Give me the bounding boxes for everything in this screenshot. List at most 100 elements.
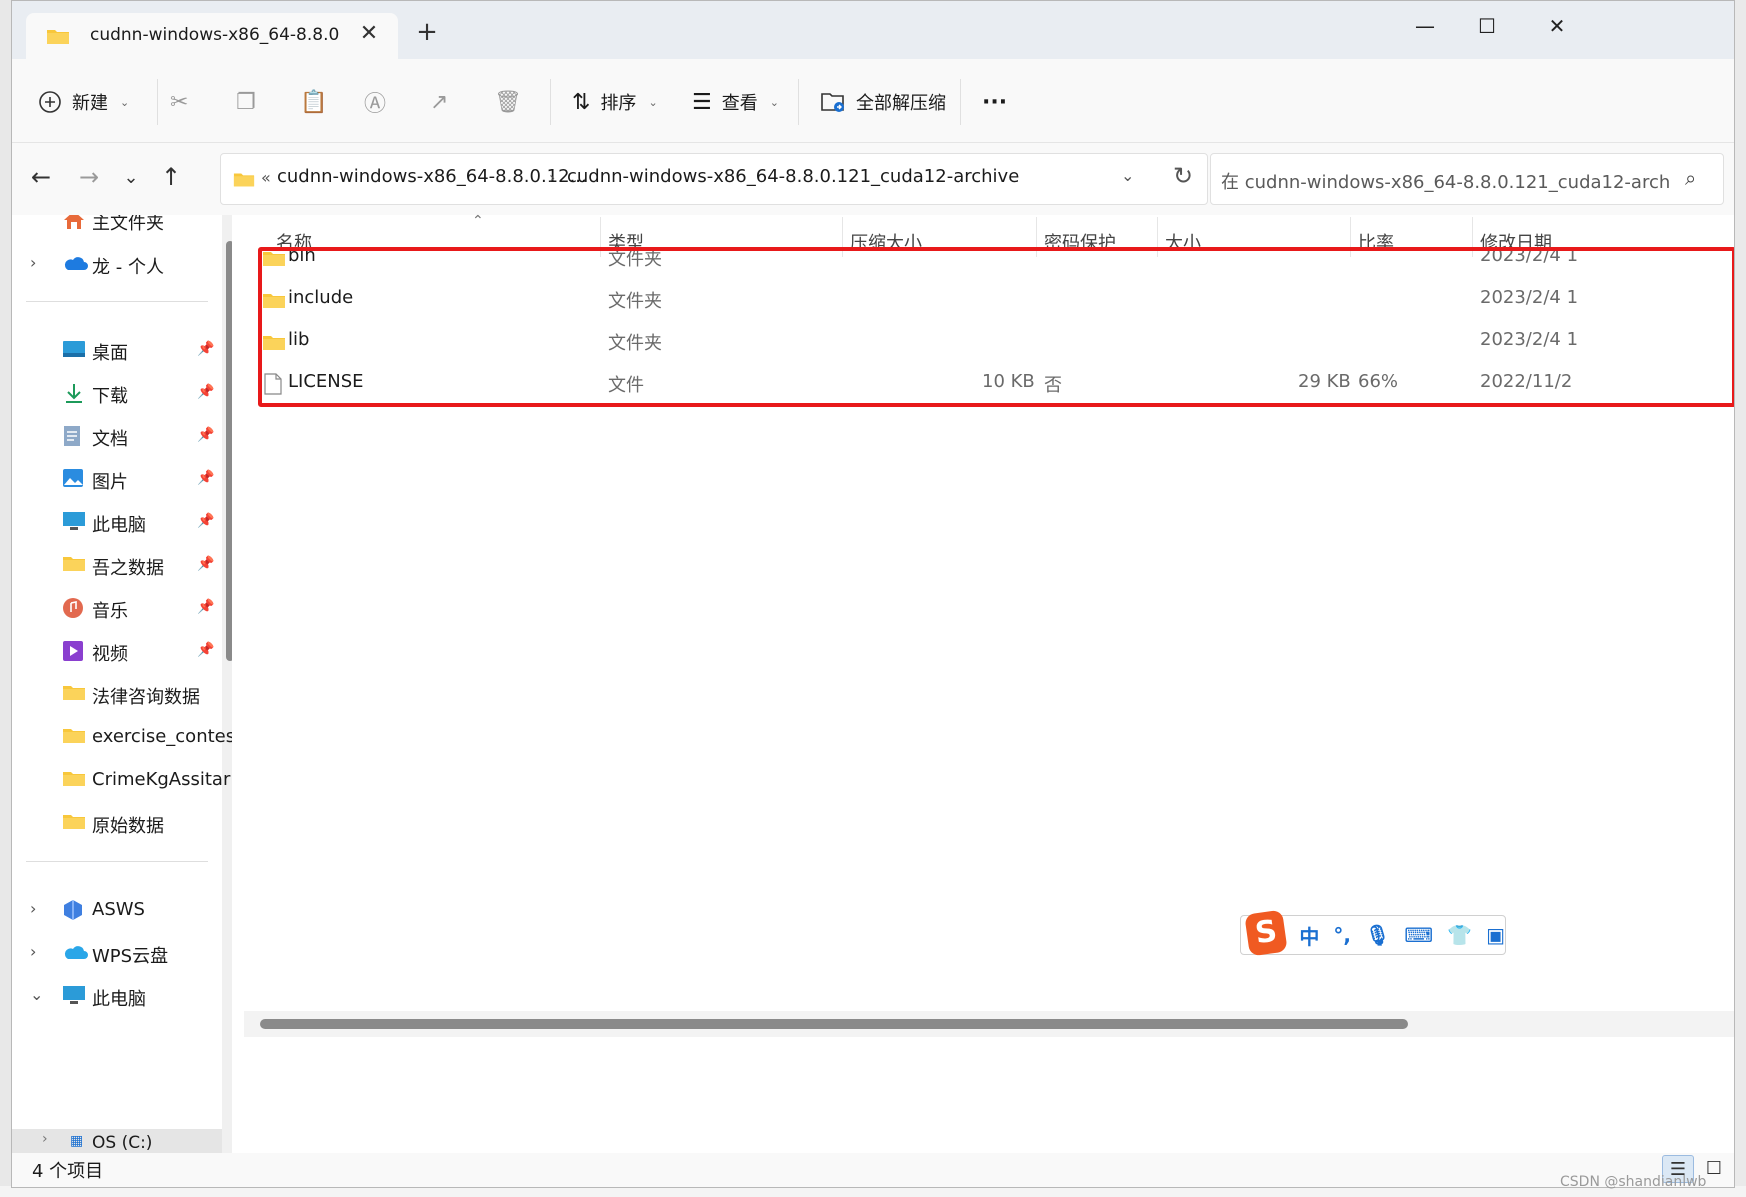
toolbar-divider — [798, 79, 799, 125]
sidebar-item-folder[interactable]: 法律咨询数据 — [12, 675, 222, 715]
download-icon — [62, 382, 86, 404]
share-icon[interactable]: ↗ — [430, 85, 448, 119]
sidebar-item-wps-cloud[interactable]: › WPS云盘 — [12, 934, 222, 974]
sidebar-item-label: 法律咨询数据 — [92, 687, 200, 708]
view-button[interactable]: ☰ 查看 ⌄ — [692, 85, 779, 119]
chevron-down-icon: ⌄ — [648, 95, 658, 109]
sidebar-item-music[interactable]: 音乐 📌 — [12, 589, 222, 629]
sidebar-item-label: exercise_contes — [92, 726, 232, 747]
extract-all-button[interactable]: 全部解压缩 — [820, 85, 946, 119]
sidebar-item-label: 此电脑 — [92, 989, 146, 1010]
delete-icon[interactable]: 🗑 — [494, 85, 522, 119]
asws-icon — [62, 899, 86, 921]
chevron-right-icon[interactable]: › — [30, 942, 36, 961]
pictures-icon — [62, 468, 86, 490]
up-button[interactable]: ↑ — [156, 163, 186, 191]
search-placeholder: 在 cudnn-windows-x86_64-8.8.0.121_cuda12-… — [1221, 172, 1671, 193]
plus-circle-icon — [39, 91, 61, 113]
rename-icon[interactable]: Ⓐ — [364, 85, 386, 119]
view-button-label: 查看 — [721, 93, 758, 114]
sidebar-item-downloads[interactable]: 下载 📌 — [12, 374, 222, 414]
tab-archive[interactable]: cudnn-windows-x86_64-8.8.0 ✕ — [26, 13, 398, 59]
horizontal-scrollbar-thumb[interactable] — [260, 1019, 1408, 1029]
breadcrumb-item[interactable]: cudnn-windows-x86_64-8.8.0.121_cuda12-ar… — [567, 166, 1019, 187]
sidebar-item-this-pc[interactable]: 此电脑 📌 — [12, 503, 222, 543]
copy-icon[interactable]: ❐ — [236, 85, 256, 119]
extract-folder-icon — [821, 93, 844, 112]
new-tab-button[interactable]: + — [412, 19, 442, 45]
ime-language-toggle[interactable]: 中 — [1299, 921, 1319, 950]
video-icon — [62, 640, 86, 662]
ime-punctuation-toggle[interactable]: °, — [1333, 923, 1351, 947]
sort-button[interactable]: ⇅ 排序 ⌄ — [572, 85, 658, 119]
sidebar-item-asws[interactable]: › ASWS — [12, 891, 222, 931]
skin-shirt-icon[interactable]: 👕 — [1447, 923, 1472, 947]
microphone-icon[interactable]: 🎙 — [1365, 923, 1390, 947]
drive-icon: ▦ — [70, 1133, 84, 1149]
watermark: CSDN @shandianlwb — [1560, 1174, 1707, 1190]
new-button[interactable]: 新建 ⌄ — [38, 85, 129, 119]
sidebar-item-label: 桌面 — [92, 343, 128, 364]
paste-icon[interactable]: 📋 — [300, 85, 327, 119]
refresh-icon[interactable]: ↻ — [1173, 162, 1193, 190]
search-input[interactable]: 在 cudnn-windows-x86_64-8.8.0.121_cuda12-… — [1210, 153, 1724, 205]
tab-close-button[interactable]: ✕ — [356, 21, 382, 46]
cut-icon[interactable]: ✂ — [170, 85, 188, 119]
close-window-button[interactable]: ✕ — [1534, 11, 1580, 41]
forward-button[interactable]: → — [74, 163, 104, 191]
sidebar-item-drive-c[interactable]: › ▦ OS (C:) — [12, 1129, 222, 1153]
address-dropdown-icon[interactable]: ⌄ — [1121, 166, 1134, 185]
sidebar-item-label: ASWS — [92, 899, 145, 920]
documents-icon — [62, 425, 86, 447]
sidebar-item-desktop[interactable]: 桌面 📌 — [12, 331, 222, 371]
chevron-right-icon[interactable]: › — [42, 1131, 48, 1147]
sidebar-item-folder[interactable]: CrimeKgAssitar — [12, 761, 230, 801]
chevron-right-icon[interactable]: › — [30, 899, 36, 918]
sort-icon: ⇅ — [572, 89, 591, 115]
home-icon — [62, 215, 86, 231]
sidebar-item-videos[interactable]: 视频 📌 — [12, 632, 222, 672]
pin-icon: 📌 — [197, 470, 215, 486]
sidebar-item-documents[interactable]: 文档 📌 — [12, 417, 222, 457]
sidebar-item-pictures[interactable]: 图片 📌 — [12, 460, 222, 500]
breadcrumb-separator[interactable]: › — [549, 168, 555, 187]
sogou-logo-icon[interactable]: S — [1244, 909, 1289, 957]
keyboard-icon[interactable]: ⌨ — [1404, 923, 1433, 947]
folder-icon — [46, 27, 70, 49]
view-list-icon: ☰ — [692, 89, 712, 115]
sidebar-item-label: 原始数据 — [92, 816, 164, 837]
music-icon — [62, 597, 86, 619]
sidebar-item-folder[interactable]: 吾之数据 📌 — [12, 546, 222, 586]
sidebar-scrollbar-thumb[interactable] — [226, 241, 232, 661]
toolbox-grid-icon[interactable]: ▣ — [1486, 923, 1505, 947]
breadcrumb-overflow[interactable]: « — [261, 168, 271, 187]
command-bar: 新建 ⌄ ✂ ❐ 📋 Ⓐ ↗ 🗑 ⇅ 排序 ⌄ ☰ 查看 ⌄ 全部解压缩 ··· — [12, 59, 1734, 143]
chevron-down-icon[interactable]: ⌄ — [30, 985, 43, 1004]
breadcrumb-item[interactable]: cudnn-windows-x86_64-8.8.0.12... — [277, 166, 587, 187]
computer-icon — [62, 985, 86, 1007]
sidebar-item-label: 此电脑 — [92, 515, 146, 536]
sidebar-item-label: 图片 — [92, 472, 128, 493]
folder-icon — [62, 726, 86, 748]
horizontal-scrollbar[interactable] — [244, 1011, 1734, 1037]
back-button[interactable]: ← — [26, 163, 56, 191]
sidebar-item-label: 视频 — [92, 644, 128, 665]
recent-locations-button[interactable]: ⌄ — [116, 167, 146, 188]
desktop-icon — [62, 339, 86, 361]
sidebar-divider — [26, 301, 208, 302]
sidebar-item-folder[interactable]: 原始数据 — [12, 804, 222, 844]
chevron-right-icon[interactable]: › — [30, 253, 36, 272]
more-options-button[interactable]: ··· — [982, 85, 1007, 119]
folder-icon — [62, 683, 86, 705]
sidebar-item-onedrive[interactable]: › 龙 - 个人 — [12, 245, 222, 285]
computer-icon — [62, 511, 86, 533]
maximize-button[interactable]: ☐ — [1464, 11, 1510, 41]
address-bar[interactable]: « cudnn-windows-x86_64-8.8.0.12... › cud… — [220, 153, 1208, 205]
sidebar-item-this-pc-tree[interactable]: ⌄ 此电脑 — [12, 977, 222, 1017]
sidebar-item-home[interactable]: 主文件夹 — [12, 215, 222, 241]
folder-icon — [62, 769, 86, 791]
minimize-button[interactable]: — — [1402, 11, 1448, 41]
sidebar-item-label: WPS云盘 — [92, 946, 169, 967]
search-icon: ⌕ — [1685, 166, 1697, 190]
sidebar-item-folder[interactable]: exercise_contes — [12, 718, 232, 758]
